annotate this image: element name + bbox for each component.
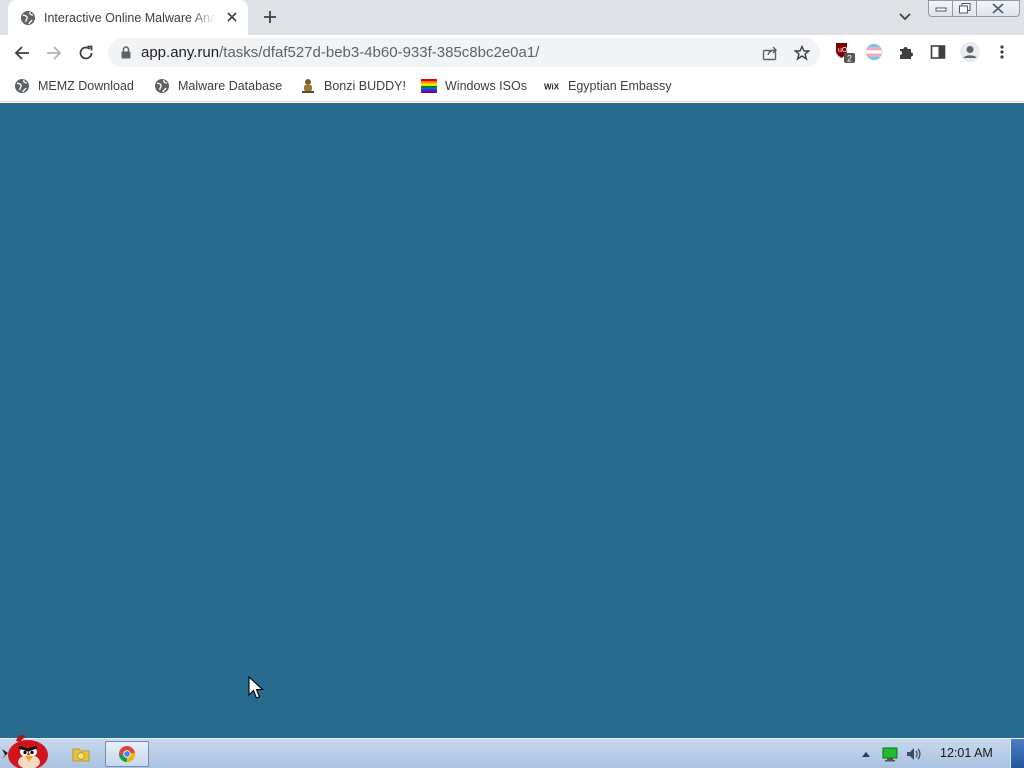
show-hidden-icons[interactable] xyxy=(857,745,875,763)
globe-icon xyxy=(14,78,30,94)
show-desktop-button[interactable] xyxy=(1010,739,1024,768)
bookmark-label: Malware Database xyxy=(178,79,283,93)
url-text[interactable]: app.any.run/tasks/dfaf527d-beb3-4b60-933… xyxy=(141,44,539,61)
arrow-left-icon[interactable] xyxy=(8,39,36,67)
chevron-down-icon[interactable] xyxy=(895,8,915,26)
reload-icon[interactable] xyxy=(72,39,100,67)
bookmark-label: MEMZ Download xyxy=(38,79,134,93)
bookmark-label: Windows ISOs xyxy=(445,79,527,93)
address-bar[interactable]: app.any.run/tasks/dfaf527d-beb3-4b60-933… xyxy=(108,38,820,67)
star-icon[interactable] xyxy=(791,42,813,64)
explorer-icon[interactable] xyxy=(66,741,96,767)
volume-icon[interactable] xyxy=(905,745,923,763)
restore-icon[interactable] xyxy=(952,0,977,17)
browser-tab[interactable]: Interactive Online Malware Analysis Sand… xyxy=(8,0,248,35)
network-icon[interactable] xyxy=(881,745,899,763)
bookmark-bonzi-buddy[interactable]: Bonzi BUDDY! xyxy=(300,76,406,96)
taskbar-clock[interactable]: 12:01 AM xyxy=(940,746,993,760)
globe-icon xyxy=(20,10,36,26)
profile-icon[interactable] xyxy=(958,40,982,64)
lock-icon[interactable] xyxy=(119,45,133,59)
url-path: /tasks/dfaf527d-beb3-4b60-933f-385c8bc2e… xyxy=(219,44,540,61)
share-icon[interactable] xyxy=(759,42,781,64)
mouse-cursor-icon xyxy=(248,676,264,699)
plus-icon[interactable] xyxy=(258,6,282,28)
browser-toolbar: app.any.run/tasks/dfaf527d-beb3-4b60-933… xyxy=(0,35,1024,70)
url-host: app.any.run xyxy=(141,44,220,61)
bonzi-icon xyxy=(300,78,316,94)
angry-bird-icon[interactable] xyxy=(2,731,50,768)
close-icon[interactable] xyxy=(976,0,1020,17)
bookmarks-bar: MEMZ Download Malware Database Bonzi BUD… xyxy=(0,70,1024,102)
wix-icon: WiX xyxy=(544,78,560,94)
close-icon[interactable] xyxy=(224,9,240,25)
bookmark-malware-database[interactable]: Malware Database xyxy=(154,76,282,96)
taskbar: 12:01 AM xyxy=(0,734,1024,768)
bookmark-windows-isos[interactable]: Windows ISOs xyxy=(421,76,527,96)
bookmark-egyptian-embassy[interactable]: WiX Egyptian Embassy xyxy=(544,76,672,96)
bookmark-label: Bonzi BUDDY! xyxy=(324,79,406,93)
page-content[interactable] xyxy=(0,103,1024,738)
ublock-badge: 2 xyxy=(847,54,852,64)
globe-icon xyxy=(154,78,170,94)
chrome-icon[interactable] xyxy=(105,741,149,767)
side-panel-icon[interactable] xyxy=(926,40,950,64)
kebab-menu-icon[interactable] xyxy=(990,40,1014,64)
tab-title: Interactive Online Malware Analysis Sand… xyxy=(44,10,216,25)
flag-icon[interactable] xyxy=(862,40,886,64)
arrow-right-icon[interactable] xyxy=(40,39,68,67)
svg-text:WiX: WiX xyxy=(544,83,560,92)
bookmark-memz-download[interactable]: MEMZ Download xyxy=(14,76,134,96)
ublock-icon[interactable]: uO 2 xyxy=(832,40,856,64)
rainbow-flag-icon xyxy=(421,78,437,94)
tab-strip: Interactive Online Malware Analysis Sand… xyxy=(0,0,1024,35)
puzzle-icon[interactable] xyxy=(894,40,918,64)
bookmark-label: Egyptian Embassy xyxy=(568,79,672,93)
minimize-icon[interactable] xyxy=(928,0,953,17)
